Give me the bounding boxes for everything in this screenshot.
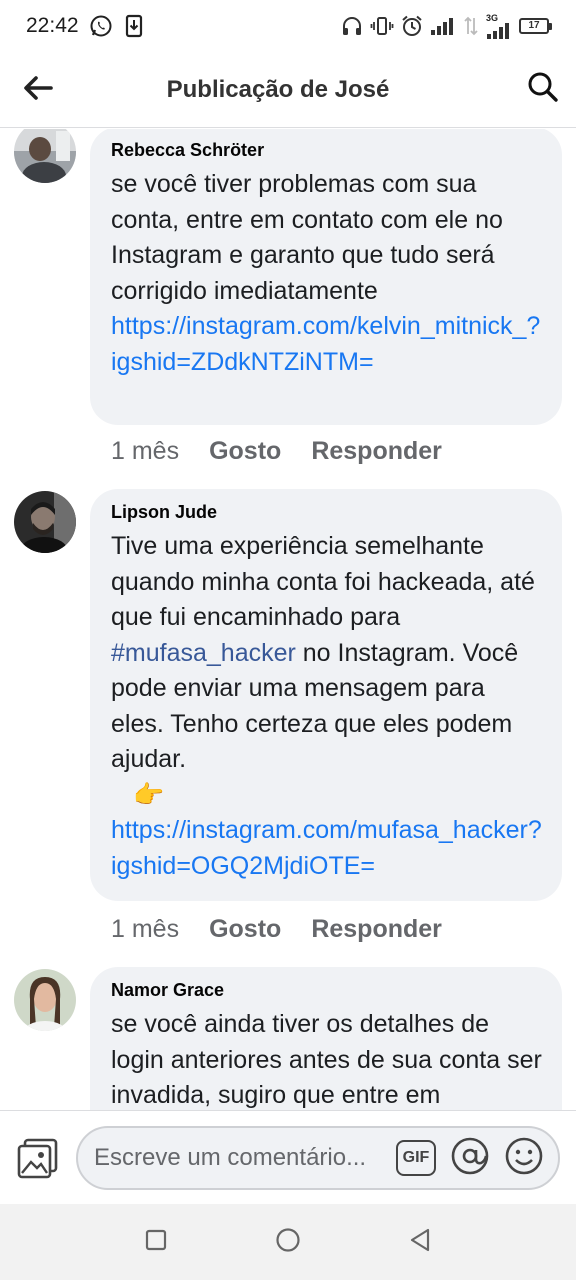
- comment-bubble[interactable]: Namor Grace se você ainda tiver os detal…: [90, 967, 562, 1110]
- arrow-left-icon: [23, 75, 53, 106]
- comment-body: se você tiver problemas com sua conta, e…: [111, 170, 503, 305]
- mention-button[interactable]: [450, 1136, 490, 1181]
- comment-link[interactable]: https://instagram.com/kelvin_mitnick_?ig…: [111, 312, 540, 376]
- recent-apps-button[interactable]: [136, 1222, 176, 1262]
- recent-apps-icon: [145, 1229, 167, 1256]
- app-header: Publicação de José: [0, 52, 576, 128]
- comment-bubble[interactable]: Lipson Jude Tive uma experiência semelha…: [90, 489, 562, 901]
- status-time: 22:42: [26, 14, 79, 37]
- status-bar: 22:42 3G 17: [0, 0, 576, 52]
- avatar[interactable]: [14, 491, 76, 553]
- comment-time[interactable]: 1 mês: [111, 915, 179, 944]
- avatar[interactable]: [14, 969, 76, 1031]
- comment-actions: 1 mês Gosto Responder: [111, 915, 472, 944]
- battery-level: 17: [519, 18, 549, 34]
- reply-button[interactable]: Responder: [311, 437, 442, 466]
- comment-composer: Escreve um comentário... GIF: [0, 1110, 576, 1204]
- vibrate-icon: [370, 15, 394, 37]
- headphones-icon: [341, 15, 363, 37]
- signal-icon: 3G: [486, 12, 512, 39]
- pointing-hand-emoji: 👉: [133, 780, 165, 809]
- comment-author[interactable]: Namor Grace: [111, 979, 542, 1001]
- at-sign-icon: [450, 1136, 490, 1181]
- search-icon: [527, 71, 559, 108]
- back-nav-button[interactable]: [400, 1222, 440, 1262]
- hashtag-link[interactable]: #mufasa_hacker: [111, 639, 296, 667]
- home-icon: [275, 1227, 301, 1258]
- search-button[interactable]: [524, 70, 562, 108]
- comment-actions: 1 mês Gosto Responder: [111, 437, 472, 466]
- page-title: Publicação de José: [166, 75, 390, 103]
- battery-icon: 17: [519, 18, 552, 34]
- photo-icon: [16, 1138, 60, 1184]
- comments-list[interactable]: Rebecca Schröter se você tiver problemas…: [0, 129, 576, 1110]
- alarm-icon: [401, 15, 423, 37]
- like-button[interactable]: Gosto: [209, 437, 281, 466]
- signal-icon: [430, 16, 456, 36]
- signal-icon: [463, 16, 479, 36]
- comment-text: Tive uma experiência semelhante quando m…: [111, 529, 542, 884]
- comment-link[interactable]: https://instagram.com/mufasa_hacker?igsh…: [111, 816, 542, 880]
- back-icon: [409, 1228, 431, 1257]
- emoji-icon: [504, 1136, 544, 1181]
- comment-text: se você tiver problemas com sua conta, e…: [111, 167, 542, 380]
- like-button[interactable]: Gosto: [209, 915, 281, 944]
- comment-author[interactable]: Rebecca Schröter: [111, 139, 542, 161]
- emoji-button[interactable]: [504, 1136, 544, 1181]
- photo-button[interactable]: [16, 1136, 60, 1180]
- home-button[interactable]: [268, 1222, 308, 1262]
- comment-input[interactable]: Escreve um comentário... GIF: [76, 1126, 560, 1190]
- comment-bubble[interactable]: Rebecca Schröter se você tiver problemas…: [90, 129, 562, 425]
- network-type: 3G: [486, 12, 499, 23]
- reply-button[interactable]: Responder: [311, 915, 442, 944]
- comment-author[interactable]: Lipson Jude: [111, 501, 542, 523]
- comment-text: se você ainda tiver os detalhes de login…: [111, 1010, 542, 1109]
- back-button[interactable]: [20, 72, 56, 108]
- download-icon: [125, 14, 143, 38]
- comment-body: Tive uma experiência semelhante quando m…: [111, 532, 535, 631]
- avatar[interactable]: [14, 129, 76, 183]
- comment-time[interactable]: 1 mês: [111, 437, 179, 466]
- system-nav-bar: [0, 1204, 576, 1280]
- gif-button[interactable]: GIF: [396, 1140, 436, 1176]
- comment-input-placeholder: Escreve um comentário...: [94, 1144, 367, 1171]
- whatsapp-icon: [89, 14, 113, 38]
